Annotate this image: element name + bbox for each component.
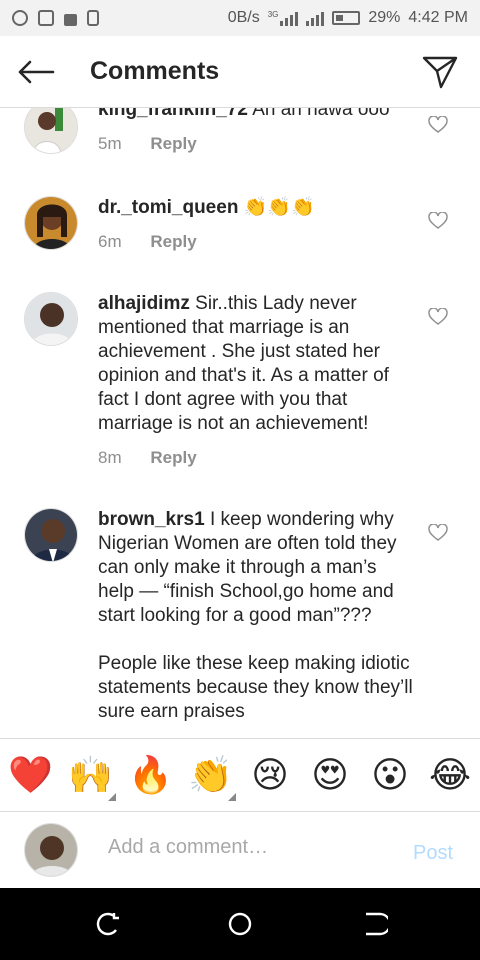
comment-username[interactable]: king_franklin_72 <box>98 108 248 120</box>
header: Comments <box>0 36 480 108</box>
comment-time: 8m <box>98 448 122 467</box>
emoji-joy[interactable]: 😂 <box>428 753 472 797</box>
emoji-quick-bar: ❤️ 🙌 🔥 👏 😢 😍 😮 😂 <box>0 738 480 812</box>
avatar[interactable] <box>24 292 78 346</box>
reply-button[interactable]: Reply <box>150 232 196 251</box>
avatar[interactable] <box>24 508 78 562</box>
heart-icon[interactable] <box>428 524 448 542</box>
skin-tone-indicator <box>228 793 236 801</box>
comment-input[interactable]: Add a comment… <box>108 836 398 866</box>
comment-username[interactable]: alhajidimz <box>98 293 190 314</box>
battery-saver-icon <box>87 10 99 26</box>
network-speed: 0B/s <box>227 9 260 26</box>
comment-text-continued: People like these keep making idiotic st… <box>98 653 413 722</box>
comment-list[interactable]: king_franklin_72 An an nawa ooo 5m Reply… <box>0 108 480 738</box>
heart-icon[interactable] <box>428 116 448 134</box>
recent-apps-icon[interactable] <box>94 910 122 938</box>
post-button[interactable]: Post <box>413 842 453 865</box>
arrow-left-icon <box>18 60 55 83</box>
home-icon[interactable] <box>226 910 254 938</box>
gallery-icon <box>38 10 54 26</box>
comment-text: An an nawa ooo <box>252 108 390 120</box>
emoji-heart[interactable]: ❤️ <box>8 753 53 797</box>
comment-time: 6m <box>98 232 122 251</box>
comment-composer: Add a comment… Post <box>0 812 480 888</box>
emoji-fire[interactable]: 🔥 <box>128 753 173 797</box>
notification-icons <box>12 10 99 26</box>
emoji-raising-hands[interactable]: 🙌 <box>68 753 113 797</box>
signal-icon <box>306 10 325 26</box>
comment-time: 5m <box>98 134 122 153</box>
avatar[interactable] <box>24 196 78 250</box>
whatsapp-icon <box>12 10 28 26</box>
battery-icon <box>332 11 361 25</box>
signal-3g-icon: 3G <box>268 10 299 26</box>
clock: 4:42 PM <box>408 9 468 26</box>
emoji-crying[interactable]: 😢 <box>248 753 292 797</box>
navigation-bar <box>0 888 480 960</box>
network-type: 3G <box>267 10 279 19</box>
back-nav-icon[interactable] <box>360 910 388 938</box>
comment-text: 👏👏👏 <box>243 197 315 218</box>
comment-username[interactable]: brown_krs1 <box>98 509 205 530</box>
lock-icon <box>64 14 77 26</box>
emoji-clapping[interactable]: 👏 <box>188 753 233 797</box>
share-button[interactable] <box>400 36 480 108</box>
status-bar: 0B/s 3G 29% 4:42 PM <box>0 0 480 36</box>
current-user-avatar <box>24 823 78 877</box>
emoji-surprised[interactable]: 😮 <box>368 753 412 797</box>
skin-tone-indicator <box>108 793 116 801</box>
page-title: Comments <box>90 57 220 85</box>
heart-icon[interactable] <box>428 212 448 230</box>
comment-text: Sir..this Lady never mentioned that marr… <box>98 293 389 434</box>
paper-plane-icon <box>422 56 458 88</box>
comment-username[interactable]: dr._tomi_queen <box>98 197 238 218</box>
heart-icon[interactable] <box>428 308 448 326</box>
reply-button[interactable]: Reply <box>150 448 196 467</box>
reply-button[interactable]: Reply <box>150 134 196 153</box>
avatar[interactable] <box>24 108 78 154</box>
battery-percent: 29% <box>368 9 401 26</box>
back-button[interactable] <box>0 36 72 108</box>
emoji-heart-eyes[interactable]: 😍 <box>308 753 352 797</box>
